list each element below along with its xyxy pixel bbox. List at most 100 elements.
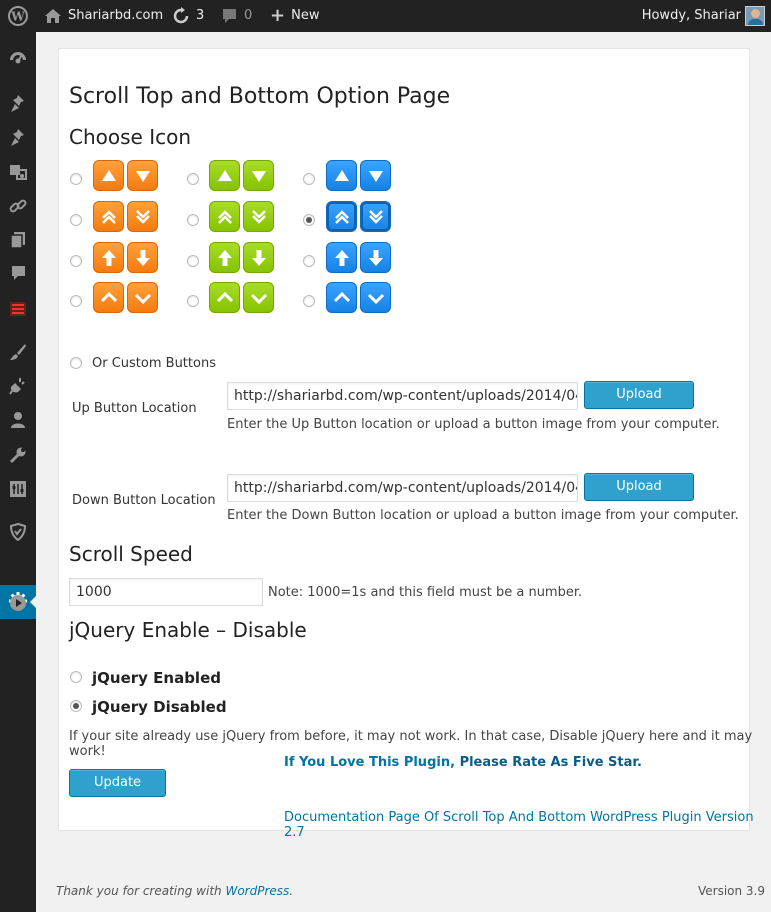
- icon-option-radio-orange-arrow[interactable]: [70, 255, 82, 267]
- double-chevron-up-green-icon: [209, 201, 240, 232]
- icon-option-green-triangle[interactable]: [209, 160, 274, 191]
- comment-bubble-icon: [223, 9, 236, 23]
- media-icon[interactable]: [8, 163, 28, 183]
- arrow-down-orange-icon: [127, 242, 158, 273]
- up-button-location-input[interactable]: http://shariarbd.com/wp-content/uploads/…: [227, 382, 578, 410]
- icon-option-radio-blue-double-chevron[interactable]: [303, 214, 315, 226]
- triangle-up-orange-icon: [93, 160, 124, 191]
- page-title: Scroll Top and Bottom Option Page: [69, 84, 451, 109]
- rate-plugin-link[interactable]: If You Love This Plugin, Please Rate As …: [284, 755, 642, 770]
- triangle-up-blue-icon: [326, 160, 357, 191]
- links-icon[interactable]: [8, 197, 28, 217]
- plugins-icon[interactable]: [8, 377, 28, 397]
- rate-link-part-a: If You Love This Plugin,: [284, 755, 456, 770]
- icon-option-orange-chevron[interactable]: [93, 282, 158, 313]
- pin-icon[interactable]: [8, 129, 28, 149]
- up-button-hint: Enter the Up Button location or upload a…: [227, 417, 720, 432]
- double-chevron-up-blue-icon: [326, 201, 357, 232]
- update-now-button[interactable]: Update Now: [69, 769, 166, 816]
- icon-option-radio-green-arrow[interactable]: [187, 255, 199, 267]
- double-chevron-down-green-icon: [243, 201, 274, 232]
- up-upload-button[interactable]: Upload Button: [584, 381, 694, 428]
- icon-option-orange-arrow[interactable]: [93, 242, 158, 273]
- double-chevron-down-blue-icon: [360, 201, 391, 232]
- icon-option-blue-triangle[interactable]: [326, 160, 391, 191]
- footer-thanks-prefix: Thank you for creating with: [56, 884, 222, 898]
- icon-option-radio-blue-chevron[interactable]: [303, 295, 315, 307]
- chevron-up-orange-icon: [93, 282, 124, 313]
- updates-link[interactable]: 3: [172, 0, 204, 32]
- home-icon: [45, 9, 61, 23]
- icon-option-green-chevron[interactable]: [209, 282, 274, 313]
- documentation-link[interactable]: Documentation Page Of Scroll Top And Bot…: [284, 810, 771, 840]
- icon-option-radio-green-triangle[interactable]: [187, 173, 199, 185]
- icon-option-green-double-chevron[interactable]: [209, 201, 274, 232]
- custom-buttons-radio[interactable]: [70, 357, 82, 369]
- jquery-disabled-label: jQuery Disabled: [92, 698, 227, 716]
- jquery-enabled-label: jQuery Enabled: [92, 669, 221, 687]
- scroll-speed-heading: Scroll Speed: [69, 542, 193, 566]
- chevron-up-blue-icon: [326, 282, 357, 313]
- arrow-up-green-icon: [209, 242, 240, 273]
- triangle-up-green-icon: [209, 160, 240, 191]
- icon-option-radio-green-chevron[interactable]: [187, 295, 199, 307]
- shield-icon[interactable]: [8, 522, 28, 543]
- tools-wrench-icon[interactable]: [8, 446, 28, 466]
- comments-link[interactable]: 0: [221, 0, 252, 32]
- wordpress-link[interactable]: WordPress: [225, 884, 289, 898]
- icon-option-radio-green-double-chevron[interactable]: [187, 214, 199, 226]
- icon-option-blue-chevron[interactable]: [326, 282, 391, 313]
- icon-option-orange-double-chevron[interactable]: [93, 201, 158, 232]
- pages-icon[interactable]: [8, 231, 28, 251]
- site-name-label: Shariarbd.com: [68, 8, 164, 23]
- play-icon[interactable]: [8, 594, 28, 614]
- chevron-up-green-icon: [209, 282, 240, 313]
- chevron-down-green-icon: [243, 282, 274, 313]
- chevron-down-orange-icon: [127, 282, 158, 313]
- down-button-location-input[interactable]: http://shariarbd.com/wp-content/uploads/…: [227, 474, 578, 502]
- jquery-heading: jQuery Enable – Disable: [69, 618, 307, 642]
- footer-version: Version 3.9: [697, 884, 765, 898]
- scroll-speed-input[interactable]: 1000: [69, 578, 263, 606]
- arrow-down-blue-icon: [360, 242, 391, 273]
- icon-option-radio-blue-arrow[interactable]: [303, 255, 315, 267]
- new-content-link[interactable]: + New: [270, 0, 319, 32]
- user-account-menu[interactable]: Howdy, Shariar: [642, 0, 741, 32]
- icon-option-radio-orange-double-chevron[interactable]: [70, 214, 82, 226]
- dashboard-icon[interactable]: [8, 50, 28, 70]
- refresh-icon: [173, 7, 189, 24]
- updates-count: 3: [196, 8, 205, 23]
- users-icon[interactable]: [8, 411, 28, 431]
- double-chevron-down-orange-icon: [127, 201, 158, 232]
- arrow-up-orange-icon: [93, 242, 124, 273]
- site-name-link[interactable]: Shariarbd.com: [44, 0, 163, 32]
- howdy-label: Howdy, Shariar: [641, 8, 741, 23]
- icon-option-radio-blue-triangle[interactable]: [303, 173, 315, 185]
- settings-sliders-icon[interactable]: [8, 480, 28, 500]
- up-button-location-label: Up Button Location: [72, 401, 197, 416]
- icon-option-radio-orange-chevron[interactable]: [70, 295, 82, 307]
- triangle-down-blue-icon: [360, 160, 391, 191]
- jquery-enabled-radio[interactable]: [70, 671, 82, 683]
- icon-option-orange-triangle[interactable]: [93, 160, 158, 191]
- avatar[interactable]: [745, 6, 765, 26]
- comments-icon[interactable]: [8, 265, 28, 285]
- down-upload-button[interactable]: Upload Button: [584, 473, 694, 520]
- down-button-hint: Enter the Down Button location or upload…: [227, 508, 739, 523]
- scroll-speed-note: Note: 1000=1s and this field must be a n…: [268, 585, 583, 600]
- posts-pin-icon[interactable]: [8, 95, 28, 115]
- custom-buttons-label: Or Custom Buttons: [92, 356, 216, 371]
- new-label: New: [291, 8, 320, 23]
- triangle-down-green-icon: [243, 160, 274, 191]
- arrow-up-blue-icon: [326, 242, 357, 273]
- icon-option-blue-double-chevron[interactable]: [326, 201, 391, 232]
- appearance-brush-icon[interactable]: [8, 343, 28, 363]
- icon-option-blue-arrow[interactable]: [326, 242, 391, 273]
- wordpress-logo-icon[interactable]: W: [8, 0, 30, 32]
- plugin-custom-icon[interactable]: [8, 300, 28, 320]
- icon-option-green-arrow[interactable]: [209, 242, 274, 273]
- jquery-disabled-radio[interactable]: [70, 700, 82, 712]
- footer-thanks-suffix: .: [289, 884, 294, 898]
- choose-icon-heading: Choose Icon: [69, 125, 192, 149]
- icon-option-radio-orange-triangle[interactable]: [70, 173, 82, 185]
